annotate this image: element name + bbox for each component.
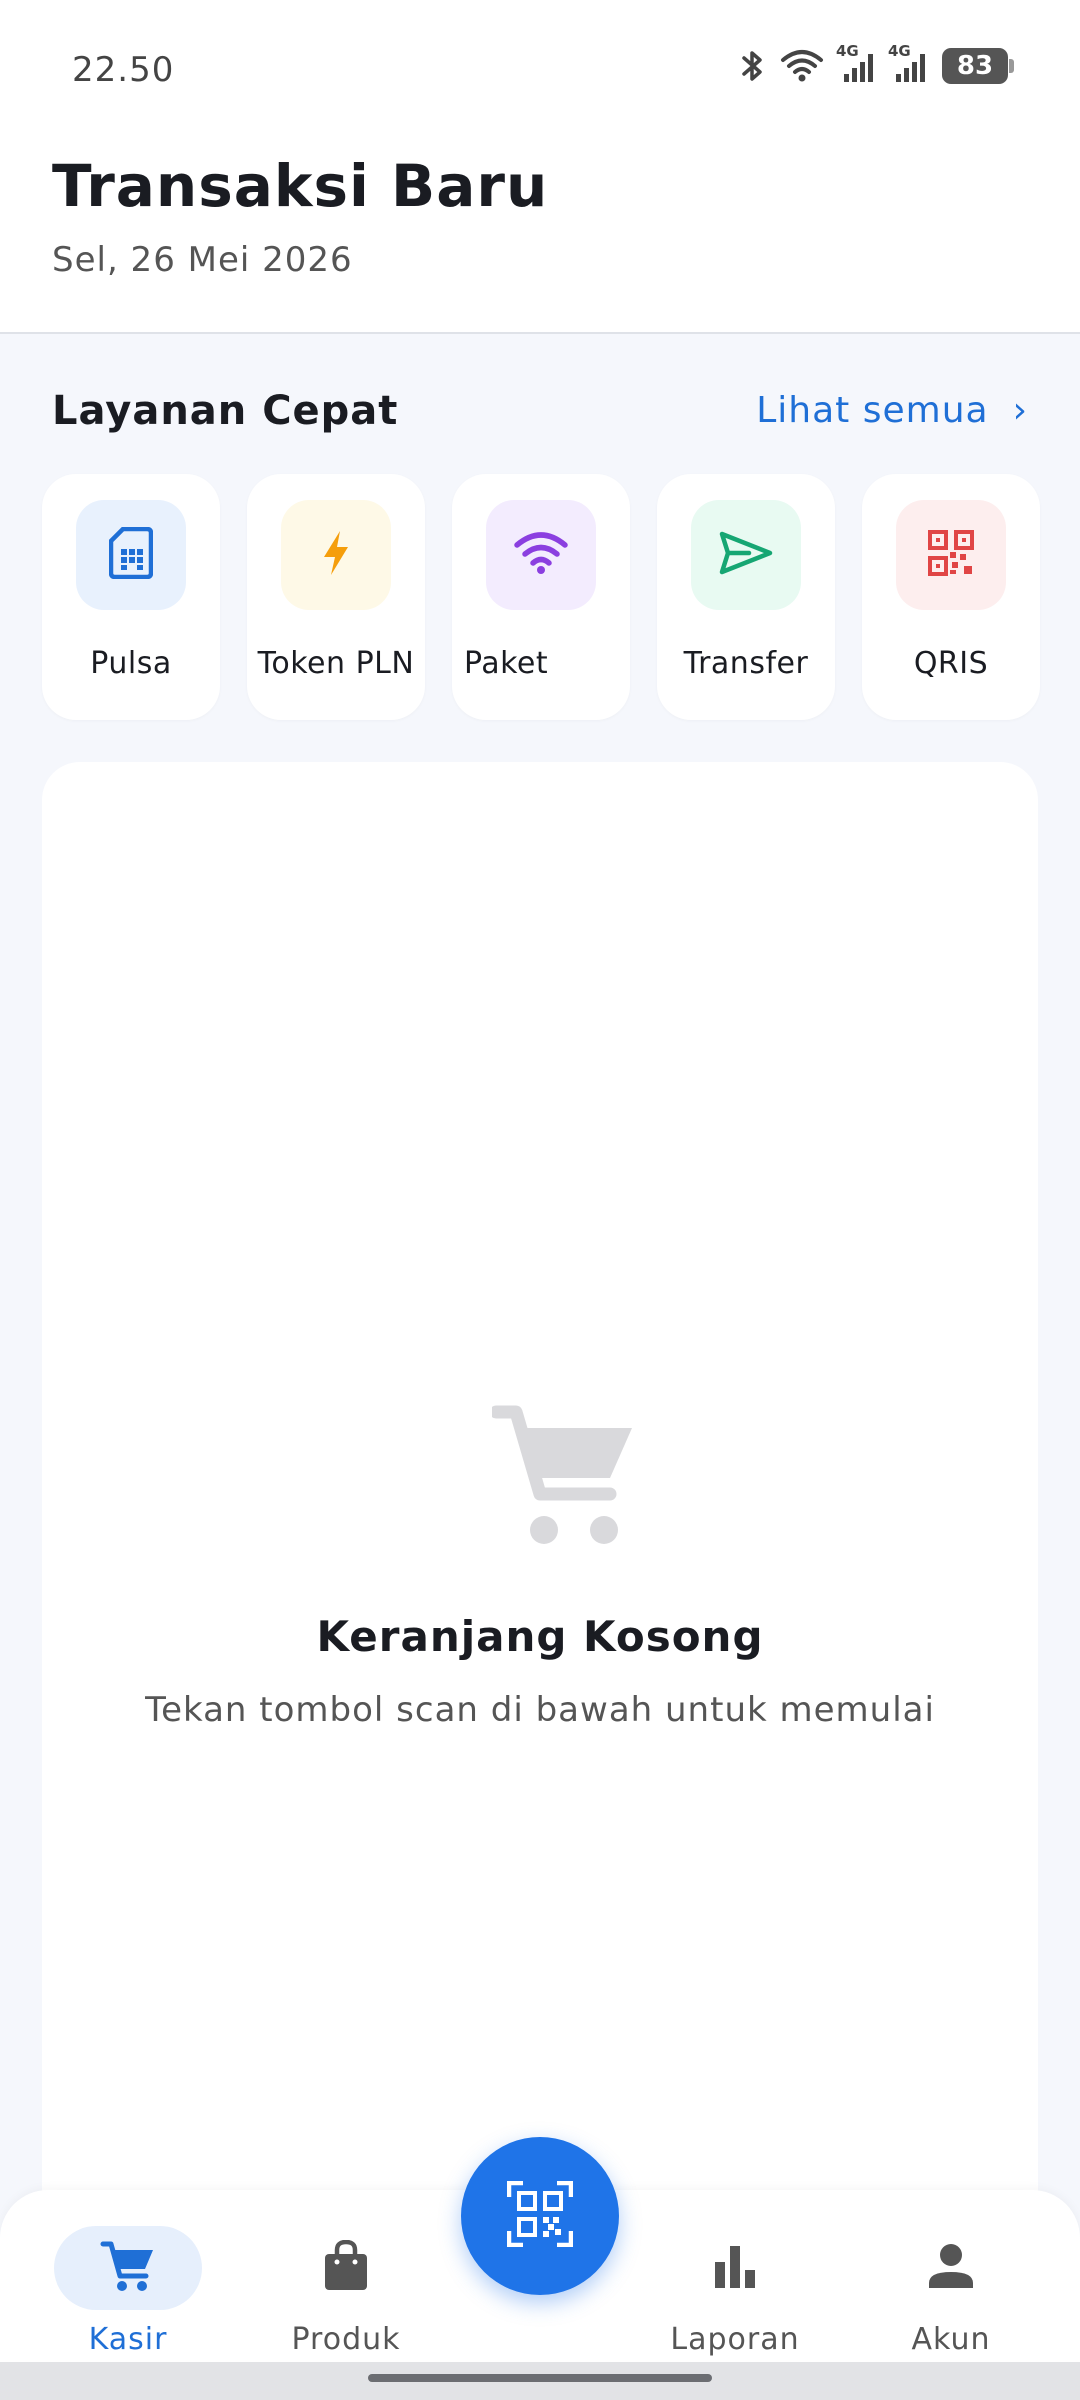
empty-cart-subtitle: Tekan tombol scan di bawah untuk memulai <box>145 1690 935 1730</box>
nav-kasir[interactable]: Kasir <box>53 2190 203 2362</box>
nav-label: Produk <box>291 2322 401 2357</box>
service-icon-bg <box>896 500 1006 610</box>
status-bar: 22.50 4G 4G 83 <box>0 0 1080 140</box>
service-label: Pulsa <box>90 646 172 681</box>
see-all-link[interactable]: Lihat semua › <box>756 390 1028 431</box>
service-icon-bg <box>281 500 391 610</box>
nav-pill <box>54 2226 202 2310</box>
home-indicator[interactable] <box>368 2374 712 2382</box>
qr-scan-icon <box>506 2180 574 2251</box>
shopping-cart-icon <box>489 1402 640 1550</box>
battery-level: 83 <box>956 51 994 81</box>
shopping-bag-icon <box>322 2239 370 2296</box>
service-token-pln[interactable]: Token PLN <box>247 474 425 720</box>
nav-label: Kasir <box>88 2322 168 2357</box>
service-transfer[interactable]: Transfer <box>657 474 835 720</box>
nav-pill <box>272 2226 420 2310</box>
service-icon-bg <box>76 500 186 610</box>
nav-pill <box>661 2226 809 2310</box>
service-icon-bg <box>691 500 801 610</box>
signal-icon-1: 4G <box>836 42 876 84</box>
service-pulsa[interactable]: Pulsa <box>42 474 220 720</box>
network-type-2: 4G <box>888 42 911 60</box>
empty-cart-title: Keranjang Kosong <box>316 1612 764 1661</box>
bar-chart-icon <box>711 2242 759 2294</box>
scan-button[interactable] <box>461 2137 619 2295</box>
status-time: 22.50 <box>72 50 175 90</box>
nav-label: Laporan <box>670 2322 800 2357</box>
service-label: Token PLN <box>257 646 415 681</box>
service-paket[interactable]: Paket <box>452 474 630 720</box>
bluetooth-icon <box>740 48 766 84</box>
qr-code-icon <box>928 530 974 580</box>
nav-produk[interactable]: Produk <box>271 2190 421 2362</box>
see-all-label: Lihat semua <box>756 390 989 431</box>
page-header: Transaksi Baru Sel, 26 Mei 2026 <box>0 140 1080 334</box>
quick-services-list: Pulsa Token PLN Paket Transfer QRIS <box>42 474 1042 720</box>
page-date: Sel, 26 Mei 2026 <box>52 240 353 280</box>
chevron-right-icon: › <box>1012 390 1028 431</box>
signal-icon-2: 4G <box>888 42 928 84</box>
nav-akun[interactable]: Akun <box>876 2190 1026 2362</box>
cart-icon <box>100 2238 156 2298</box>
quick-services-title: Layanan Cepat <box>52 388 399 434</box>
service-label: QRIS <box>913 646 989 681</box>
cart-panel: Keranjang Kosong Tekan tombol scan di ba… <box>42 762 1038 2362</box>
wifi-icon <box>513 531 569 579</box>
page-title: Transaksi Baru <box>52 152 549 220</box>
wifi-status-icon <box>780 48 824 84</box>
service-qris[interactable]: QRIS <box>862 474 1040 720</box>
service-label: Transfer <box>683 646 809 681</box>
service-icon-bg <box>486 500 596 610</box>
nav-label: Akun <box>911 2322 991 2357</box>
sim-card-icon <box>108 526 154 583</box>
battery-icon: 83 <box>942 48 1014 84</box>
person-icon <box>927 2242 975 2294</box>
lightning-icon <box>320 529 352 581</box>
service-label: Paket <box>464 646 549 681</box>
network-type-1: 4G <box>836 42 859 60</box>
nav-pill <box>877 2226 1025 2310</box>
nav-laporan[interactable]: Laporan <box>660 2190 810 2362</box>
send-icon <box>719 531 773 579</box>
status-icons: 4G 4G 83 <box>740 42 1014 84</box>
